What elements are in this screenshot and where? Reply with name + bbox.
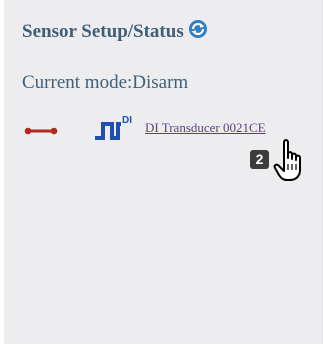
panel-header: Sensor Setup/Status xyxy=(22,19,208,43)
refresh-icon[interactable] xyxy=(188,19,208,39)
sensor-row: DI DI Transducer 0021CE xyxy=(24,114,314,144)
hand-pointer-icon xyxy=(272,138,312,184)
disconnected-link-icon xyxy=(24,124,58,136)
panel-title: Sensor Setup/Status xyxy=(22,21,184,42)
di-type-label: DI xyxy=(122,115,132,126)
current-mode-text: Current mode:Disarm xyxy=(22,72,189,93)
digital-input-icon: DI xyxy=(94,114,138,142)
sensor-name-link[interactable]: DI Transducer 0021CE xyxy=(145,120,266,136)
sensor-setup-panel: Sensor Setup/Status Current mode:Disarm xyxy=(4,0,323,344)
step-number-badge: 2 xyxy=(250,150,269,169)
